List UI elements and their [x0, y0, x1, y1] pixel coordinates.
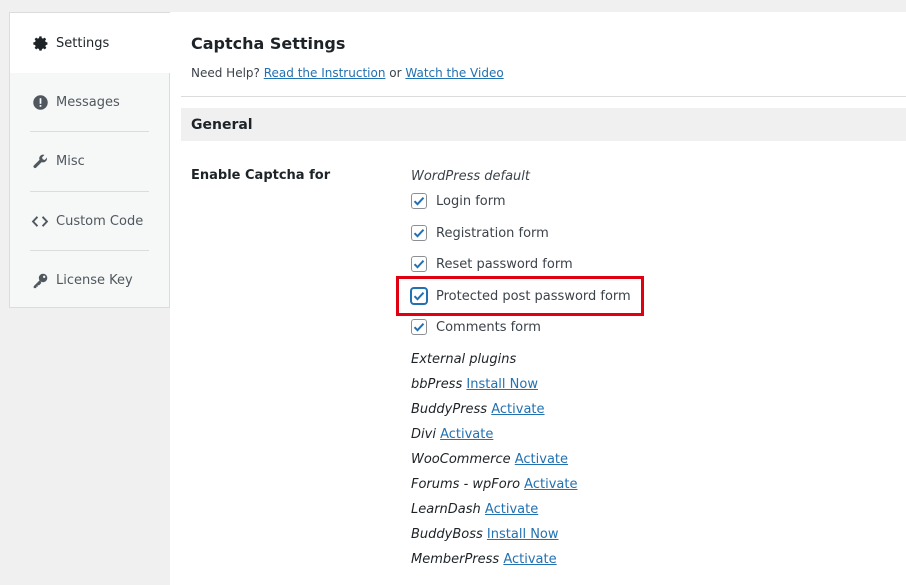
checkmark-icon: [413, 292, 425, 301]
protected-post-password-form-option: Protected post password form: [411, 288, 631, 304]
plugin-name: BuddyPress: [411, 402, 488, 417]
sidebar-item-label: Messages: [56, 95, 120, 110]
sidebar-item-label: Settings: [56, 35, 110, 51]
settings-sidebar: Settings Messages Misc Custom Code Licen…: [9, 12, 170, 308]
section-title: General: [191, 116, 253, 133]
plugin-name: Forums - wpForo: [411, 477, 521, 492]
sidebar-item-misc[interactable]: Misc: [10, 132, 170, 191]
checkmark-icon: [413, 197, 425, 206]
external-plugins-heading: External plugins: [411, 352, 517, 367]
plugin-row: Divi Activate: [411, 427, 493, 442]
plugin-action-link[interactable]: Activate: [491, 402, 544, 417]
plugin-name: MemberPress: [411, 552, 500, 567]
gear-icon: [31, 34, 49, 52]
plugin-action-link[interactable]: Activate: [524, 477, 577, 492]
registration-form-option: Registration form: [411, 225, 549, 241]
login-form-checkbox[interactable]: [411, 193, 427, 209]
comments-form-checkbox[interactable]: [411, 319, 427, 335]
plugin-action-link[interactable]: Activate: [503, 552, 556, 567]
sidebar-item-license-key[interactable]: License Key: [10, 251, 170, 310]
reset-password-form-checkbox[interactable]: [411, 256, 427, 272]
help-or: or: [389, 66, 402, 80]
header-divider: [181, 96, 906, 97]
plugin-row: BuddyBoss Install Now: [411, 527, 559, 542]
comments-form-option: Comments form: [411, 319, 541, 335]
plugin-row: Forums - wpForo Activate: [411, 477, 577, 492]
checkbox-label: Registration form: [436, 225, 549, 241]
key-icon: [31, 272, 49, 290]
sidebar-item-label: License Key: [56, 273, 133, 288]
plugin-row: bbPress Install Now: [411, 377, 538, 392]
help-text: Need Help? Read the Instruction or Watch…: [191, 66, 504, 80]
protected-post-password-form-checkbox[interactable]: [411, 288, 427, 304]
checkbox-label: Reset password form: [436, 256, 573, 272]
section-heading: General: [181, 108, 906, 141]
checkmark-icon: [413, 260, 425, 269]
plugin-row: BuddyPress Activate: [411, 402, 545, 417]
plugin-action-link[interactable]: Install Now: [466, 377, 538, 392]
sidebar-item-label: Misc: [56, 154, 85, 169]
wordpress-default-heading: WordPress default: [411, 169, 531, 184]
read-instruction-link[interactable]: Read the Instruction: [264, 66, 386, 80]
enable-captcha-label: Enable Captcha for: [191, 168, 331, 183]
sidebar-item-messages[interactable]: Messages: [10, 73, 170, 132]
login-form-option: Login form: [411, 193, 506, 209]
checkmark-icon: [413, 323, 425, 332]
plugin-row: LearnDash Activate: [411, 502, 538, 517]
plugin-action-link[interactable]: Activate: [515, 452, 568, 467]
plugin-action-link[interactable]: Activate: [485, 502, 538, 517]
sidebar-item-label: Custom Code: [56, 214, 144, 229]
checkbox-label: Login form: [436, 193, 506, 209]
checkbox-label: Comments form: [436, 319, 541, 335]
sidebar-item-custom-code[interactable]: Custom Code: [10, 192, 170, 251]
plugin-row: WooCommerce Activate: [411, 452, 568, 467]
plugin-name: WooCommerce: [411, 452, 511, 467]
plugin-name: bbPress: [411, 377, 463, 392]
wrench-icon: [31, 153, 49, 171]
alert-icon: [31, 94, 49, 112]
registration-form-checkbox[interactable]: [411, 225, 427, 241]
plugin-action-link[interactable]: Activate: [440, 427, 493, 442]
plugin-name: BuddyBoss: [411, 527, 483, 542]
reset-password-form-option: Reset password form: [411, 256, 573, 272]
checkbox-label: Protected post password form: [436, 288, 631, 304]
plugin-row: MemberPress Activate: [411, 552, 557, 567]
watch-video-link[interactable]: Watch the Video: [405, 66, 503, 80]
settings-panel: Captcha Settings Need Help? Read the Ins…: [170, 12, 906, 585]
plugin-action-link[interactable]: Install Now: [487, 527, 559, 542]
page-title: Captcha Settings: [191, 34, 346, 53]
sidebar-item-settings[interactable]: Settings: [10, 13, 170, 73]
help-prefix: Need Help?: [191, 66, 260, 80]
plugin-name: Divi: [411, 427, 436, 442]
checkmark-icon: [413, 229, 425, 238]
plugin-name: LearnDash: [411, 502, 481, 517]
code-icon: [31, 213, 49, 231]
